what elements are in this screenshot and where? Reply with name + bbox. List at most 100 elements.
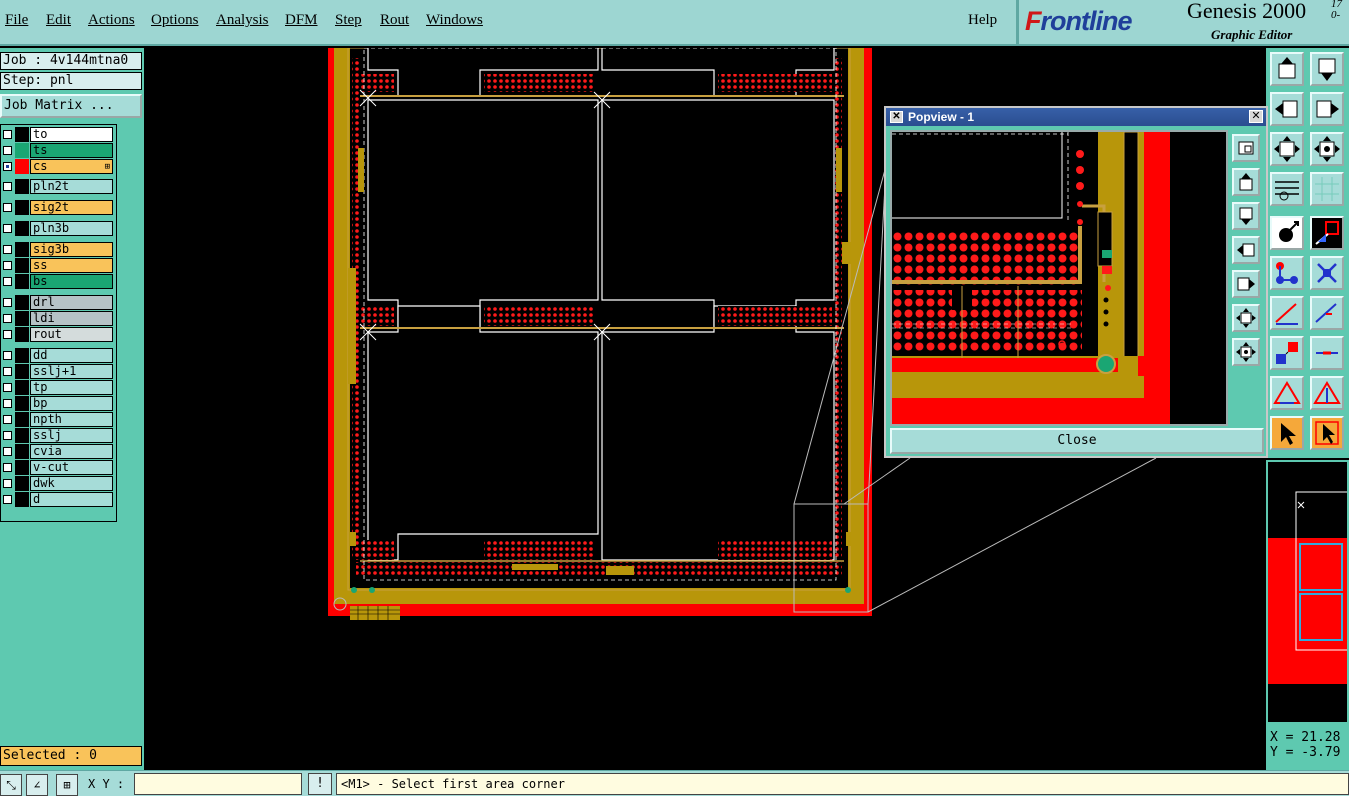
layer-color-swatch[interactable] <box>15 380 29 395</box>
layer-name[interactable]: bp <box>30 396 113 411</box>
layer-name[interactable]: drl <box>30 295 113 310</box>
layer-checkbox[interactable] <box>3 479 12 488</box>
popview-titlebar[interactable]: ✕ Popview - 1 ✕ <box>886 108 1266 126</box>
popview-pan-left-icon[interactable] <box>1232 236 1260 264</box>
layer-row-sig2t[interactable]: sig2t <box>1 200 114 215</box>
layer-color-swatch[interactable] <box>15 143 29 158</box>
layer-name[interactable]: npth <box>30 412 113 427</box>
layer-checkbox[interactable] <box>3 224 12 233</box>
layer-color-swatch[interactable] <box>15 428 29 443</box>
layer-checkbox[interactable] <box>3 203 12 212</box>
layer-row-bp[interactable]: bp <box>1 396 114 411</box>
resize-icon[interactable]: ⤡ <box>0 774 22 796</box>
angle-icon[interactable]: ∠ <box>26 774 48 796</box>
triangle-cut-icon[interactable] <box>1310 376 1344 410</box>
snap-corner-icon[interactable] <box>1310 216 1344 250</box>
popview-close-button[interactable]: Close <box>890 428 1264 454</box>
popview-canvas[interactable] <box>890 130 1228 426</box>
layer-color-swatch[interactable] <box>15 476 29 491</box>
layer-name[interactable]: dd <box>30 348 113 363</box>
measure-icon[interactable] <box>1270 172 1304 206</box>
layer-checkbox[interactable] <box>3 245 12 254</box>
zoom-center-icon[interactable] <box>1310 132 1344 166</box>
popview-pan-up-icon[interactable] <box>1232 168 1260 196</box>
job-matrix-button[interactable]: Job Matrix ... <box>0 94 142 118</box>
layer-color-swatch[interactable] <box>15 159 29 174</box>
layer-checkbox[interactable] <box>3 146 12 155</box>
layer-color-swatch[interactable] <box>15 200 29 215</box>
connect-nodes-icon[interactable] <box>1270 256 1304 290</box>
layer-name[interactable]: dwk <box>30 476 113 491</box>
draw-line-blue-icon[interactable] <box>1310 296 1344 330</box>
minimap[interactable] <box>1266 460 1349 724</box>
menu-file[interactable]: File <box>5 12 28 29</box>
cross-node-icon[interactable] <box>1310 256 1344 290</box>
layer-name[interactable]: ss <box>30 258 113 273</box>
pan-left-icon[interactable] <box>1270 92 1304 126</box>
layer-checkbox[interactable] <box>3 463 12 472</box>
layer-checkbox[interactable] <box>3 314 12 323</box>
layer-name[interactable]: cvia <box>30 444 113 459</box>
layer-name[interactable]: sslj <box>30 428 113 443</box>
pan-up-icon[interactable] <box>1270 52 1304 86</box>
layer-row-sig3b[interactable]: sig3b <box>1 242 114 257</box>
layer-name[interactable]: sig3b <box>30 242 113 257</box>
layer-row-ss[interactable]: ss <box>1 258 114 273</box>
layer-name[interactable]: bs <box>30 274 113 289</box>
layer-row-cs[interactable]: cs ⊞ <box>1 159 114 174</box>
layer-checkbox[interactable] <box>3 261 12 270</box>
alert-icon[interactable]: ! <box>308 773 332 795</box>
menu-actions[interactable]: Actions <box>88 12 135 29</box>
layer-name[interactable]: pln3b <box>30 221 113 236</box>
layer-color-swatch[interactable] <box>15 364 29 379</box>
layer-name[interactable]: pln2t <box>30 179 113 194</box>
layer-checkbox[interactable] <box>3 277 12 286</box>
layer-color-swatch[interactable] <box>15 221 29 236</box>
layer-checkbox[interactable] <box>3 399 12 408</box>
pan-down-icon[interactable] <box>1310 52 1344 86</box>
layer-checkbox[interactable] <box>3 367 12 376</box>
layer-name[interactable]: ts <box>30 143 113 158</box>
layer-row-pln2t[interactable]: pln2t <box>1 179 114 194</box>
layer-name[interactable]: cs ⊞ <box>30 159 113 174</box>
layer-name[interactable]: v-cut <box>30 460 113 475</box>
layer-name[interactable]: d <box>30 492 113 507</box>
layer-name[interactable]: tp <box>30 380 113 395</box>
draw-line-red-icon[interactable] <box>1270 296 1304 330</box>
layer-color-swatch[interactable] <box>15 295 29 310</box>
layer-name[interactable]: sig2t <box>30 200 113 215</box>
layer-color-swatch[interactable] <box>15 258 29 273</box>
xy-input[interactable] <box>134 773 302 795</box>
popview-zoom-home-icon[interactable] <box>1232 304 1260 332</box>
layer-row-sslj[interactable]: sslj <box>1 428 114 443</box>
menu-windows[interactable]: Windows <box>426 12 483 29</box>
layer-row-rout[interactable]: rout <box>1 327 114 342</box>
layer-row-pln3b[interactable]: pln3b <box>1 221 114 236</box>
layer-row-d[interactable]: d <box>1 492 114 507</box>
layer-color-swatch[interactable] <box>15 412 29 427</box>
grid-snap-icon[interactable]: ⊞ <box>56 774 78 796</box>
layer-row-tp[interactable]: tp <box>1 380 114 395</box>
layer-color-swatch[interactable] <box>15 492 29 507</box>
layer-row-v-cut[interactable]: v-cut <box>1 460 114 475</box>
layer-checkbox[interactable] <box>3 415 12 424</box>
menu-step[interactable]: Step <box>335 12 362 29</box>
layer-color-swatch[interactable] <box>15 348 29 363</box>
layer-row-sslj+1[interactable]: sslj+1 <box>1 364 114 379</box>
layer-checkbox[interactable] <box>3 495 12 504</box>
layer-row-ldi[interactable]: ldi <box>1 311 114 326</box>
layer-row-cvia[interactable]: cvia <box>1 444 114 459</box>
menu-dfm[interactable]: DFM <box>285 12 318 29</box>
layer-color-swatch[interactable] <box>15 396 29 411</box>
layer-name[interactable]: rout <box>30 327 113 342</box>
menu-help[interactable]: Help <box>968 12 997 29</box>
layer-row-bs[interactable]: bs <box>1 274 114 289</box>
popview-zoom-center-icon[interactable] <box>1232 338 1260 366</box>
zoom-home-icon[interactable] <box>1270 132 1304 166</box>
layer-color-swatch[interactable] <box>15 444 29 459</box>
layer-checkbox[interactable] <box>3 383 12 392</box>
grid-icon[interactable] <box>1310 172 1344 206</box>
popview-close-icon[interactable]: ✕ <box>1249 110 1263 123</box>
layer-checkbox[interactable] <box>3 431 12 440</box>
layer-row-to[interactable]: to <box>1 127 114 142</box>
